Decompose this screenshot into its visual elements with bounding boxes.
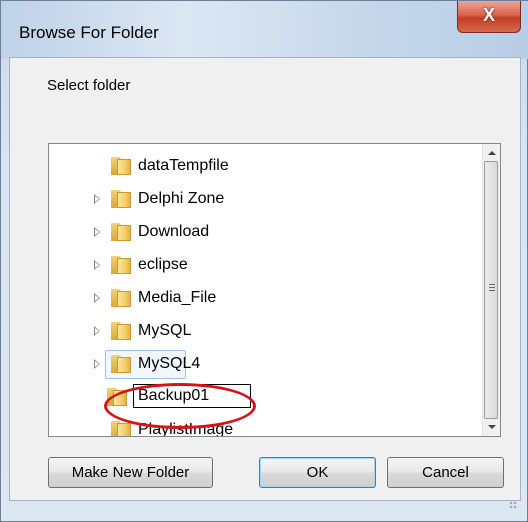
window-title: Browse For Folder xyxy=(19,23,159,42)
close-button[interactable]: X xyxy=(457,1,521,33)
folder-icon xyxy=(107,388,127,406)
expand-arrow-icon[interactable] xyxy=(94,227,100,237)
tree-item-label: Media_File xyxy=(138,289,217,306)
tree-item-label: Delphi Zone xyxy=(138,190,225,207)
folder-icon xyxy=(111,322,131,340)
folder-icon xyxy=(111,256,131,274)
make-new-folder-button[interactable]: Make New Folder xyxy=(48,457,213,488)
folder-icon xyxy=(111,223,131,241)
tree-item-label: eclipse xyxy=(138,256,188,273)
scroll-up-arrow-icon[interactable] xyxy=(483,144,500,161)
folder-icon xyxy=(111,421,131,436)
tree-item[interactable]: MySQL4 xyxy=(49,350,469,380)
tree-item[interactable]: Download xyxy=(49,218,469,248)
dialog-description: Select folder xyxy=(47,77,131,94)
resize-grip-icon[interactable] xyxy=(509,501,517,509)
ok-button[interactable]: OK xyxy=(259,457,376,488)
expand-arrow-icon[interactable] xyxy=(94,194,100,204)
folder-tree[interactable]: dataTempfile Delphi Zone Download eclips… xyxy=(48,143,501,437)
expand-arrow-icon[interactable] xyxy=(94,260,100,270)
tree-item-label: dataTempfile xyxy=(138,157,229,174)
tree-item-label: MySQL xyxy=(138,322,192,339)
folder-icon xyxy=(111,190,131,208)
rename-folder-input[interactable] xyxy=(133,384,251,408)
tree-item-label: PlaylistImage xyxy=(138,421,234,437)
expand-arrow-icon[interactable] xyxy=(94,293,100,303)
folder-icon xyxy=(111,157,131,175)
close-icon: X xyxy=(482,5,495,25)
tree-item[interactable]: dataTempfile xyxy=(49,152,469,182)
expand-arrow-icon[interactable] xyxy=(94,359,100,369)
folder-icon xyxy=(111,355,131,373)
folder-icon xyxy=(111,289,131,307)
tree-item-label: MySQL4 xyxy=(138,355,201,372)
tree-item-label: Download xyxy=(138,223,210,240)
grip-icon xyxy=(489,284,495,293)
vertical-scrollbar[interactable] xyxy=(482,144,500,436)
tree-item-new-folder[interactable] xyxy=(49,383,469,413)
scroll-down-arrow-icon[interactable] xyxy=(483,419,500,436)
tree-item[interactable]: Delphi Zone xyxy=(49,185,469,215)
dialog-window: Browse For Folder X Select folder dataTe… xyxy=(0,0,528,522)
scrollbar-thumb[interactable] xyxy=(484,161,498,419)
tree-item[interactable]: Media_File xyxy=(49,284,469,314)
cancel-button[interactable]: Cancel xyxy=(387,457,504,488)
tree-item[interactable]: eclipse xyxy=(49,251,469,281)
expand-arrow-icon[interactable] xyxy=(94,326,100,336)
tree-item[interactable]: PlaylistImage xyxy=(49,416,469,437)
tree-item[interactable]: MySQL xyxy=(49,317,469,347)
